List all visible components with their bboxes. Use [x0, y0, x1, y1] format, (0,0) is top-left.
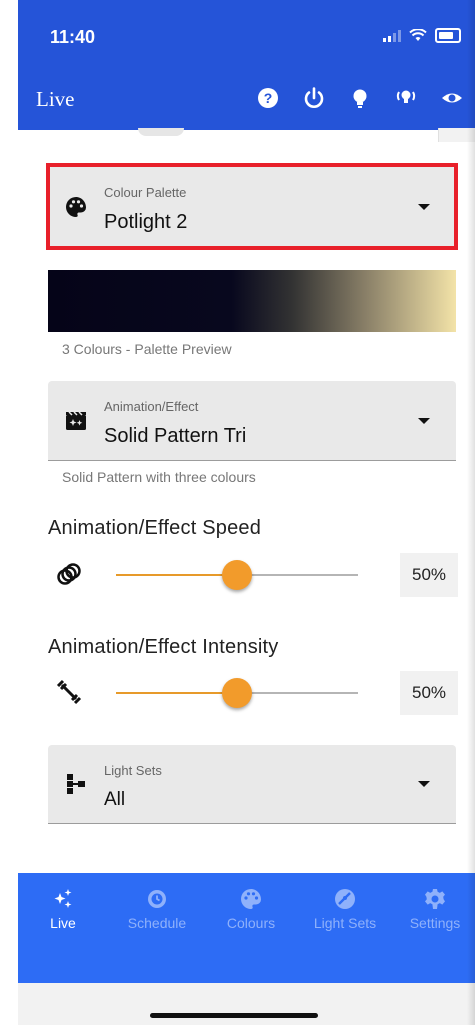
nav-label-settings: Settings	[409, 915, 461, 931]
speed-value: 50%	[400, 553, 458, 597]
light-sets-value: All	[104, 789, 126, 810]
scrolled-element	[138, 128, 184, 136]
wifi-icon	[409, 29, 427, 41]
animation-effect-value: Solid Pattern Tri	[104, 425, 247, 447]
light-sets-icon	[335, 889, 355, 909]
effect-icon	[64, 381, 88, 460]
nav-label-light-sets: Light Sets	[313, 915, 377, 931]
speed-slider-fill	[116, 574, 237, 576]
speed-slider-row: 50%	[48, 553, 458, 597]
power-icon	[304, 87, 324, 108]
nav-label-live: Live	[50, 915, 76, 931]
animation-effect-label: Animation/Effect	[104, 399, 199, 414]
light-sets-select[interactable]: Light Sets All	[48, 745, 456, 824]
svg-text:?: ?	[264, 90, 273, 106]
speed-slider[interactable]	[116, 560, 358, 590]
nav-item-light-sets[interactable]: Light Sets	[300, 887, 390, 931]
nav-item-settings[interactable]: Settings	[390, 887, 475, 931]
speed-rings-icon	[57, 563, 81, 585]
sparkles-icon	[54, 889, 72, 908]
palette-preview-caption: 3 Colours - Palette Preview	[62, 341, 232, 357]
right-edge-shadow	[467, 0, 475, 1025]
palette-preview	[48, 270, 456, 332]
nav-item-schedule[interactable]: Schedule	[112, 887, 202, 931]
bulb-icon	[353, 89, 367, 108]
power-button[interactable]	[291, 80, 337, 116]
speed-slider-thumb[interactable]	[222, 560, 252, 590]
nav-item-live[interactable]: Live	[18, 887, 108, 931]
app-header: 11:40 Live ?	[18, 0, 475, 130]
light-sets-label: Light Sets	[104, 763, 162, 778]
bulb-button[interactable]	[337, 80, 383, 116]
intensity-value: 50%	[400, 671, 458, 715]
signal-icon	[383, 29, 401, 42]
light-sets-icon	[64, 745, 88, 823]
intensity-title: Animation/Effect Intensity	[48, 636, 279, 658]
app-screen: 11:40 Live ? Colour Palette Potlight 2 3…	[18, 0, 475, 1025]
intensity-slider-thumb[interactable]	[222, 678, 252, 708]
header-actions: ?	[245, 80, 475, 116]
help-button[interactable]: ?	[245, 80, 291, 116]
animation-effect-select[interactable]: Animation/Effect Solid Pattern Tri	[48, 381, 456, 461]
dumbbell-icon	[56, 679, 82, 705]
highlight-box	[46, 163, 458, 250]
status-time: 11:40	[50, 27, 96, 47]
schedule-icon	[148, 890, 166, 908]
broadcast-icon	[396, 90, 416, 103]
intensity-slider-fill	[116, 692, 237, 694]
intensity-slider[interactable]	[116, 678, 358, 708]
gear-icon	[425, 889, 445, 909]
nav-label-colours: Colours	[226, 915, 276, 931]
chevron-down-icon	[418, 745, 430, 823]
help-icon: ?	[258, 88, 278, 108]
battery-icon	[435, 28, 461, 43]
bottom-navigation: Live Schedule Colours Light Sets Setting…	[18, 873, 475, 983]
nav-item-colours[interactable]: Colours	[206, 887, 296, 931]
home-indicator[interactable]	[150, 1013, 318, 1018]
status-icons	[383, 28, 461, 43]
intensity-slider-row: 50%	[48, 671, 458, 715]
left-margin	[0, 0, 18, 1025]
nav-label-schedule: Schedule	[127, 915, 187, 931]
broadcast-button[interactable]	[383, 80, 429, 116]
chevron-down-icon	[418, 381, 430, 460]
animation-effect-helper: Solid Pattern with three colours	[62, 469, 256, 485]
home-indicator-area	[18, 983, 475, 1025]
page-title: Live	[36, 87, 75, 111]
palette-icon	[241, 889, 261, 909]
eye-icon	[442, 93, 462, 103]
speed-title: Animation/Effect Speed	[48, 517, 262, 539]
